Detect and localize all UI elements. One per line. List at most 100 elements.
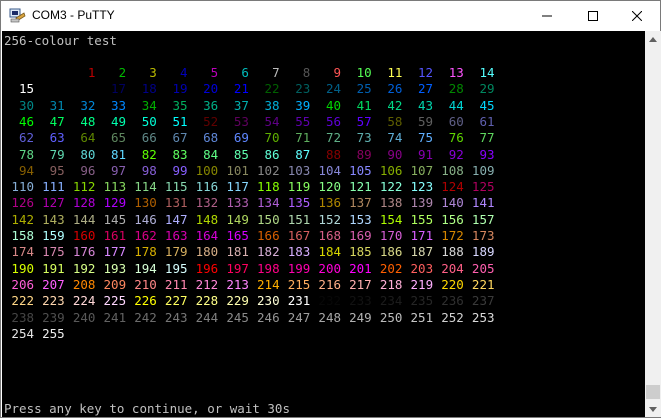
colour-index-229: 229: [226, 293, 249, 309]
colour-index-218: 218: [379, 276, 403, 292]
colour-index-187: 187: [410, 244, 434, 260]
colour-index-184: 184: [318, 244, 341, 260]
colour-index-9: 9: [333, 65, 341, 80]
putty-app-icon[interactable]: [9, 8, 27, 24]
colour-index-191: 191: [42, 260, 65, 276]
colour-index-37: 37: [233, 97, 249, 113]
colour-index-12: 12: [418, 65, 434, 80]
colour-index-170: 170: [379, 228, 403, 243]
colour-index-25: 25: [356, 81, 372, 97]
vertical-scrollbar[interactable]: [645, 31, 661, 417]
colour-index-72: 72: [325, 130, 341, 146]
colour-index-203: 203: [410, 260, 434, 276]
colour-index-250: 250: [379, 309, 403, 325]
close-button[interactable]: [614, 1, 660, 31]
colour-index-10: 10: [356, 65, 372, 80]
colour-index-35: 35: [172, 97, 188, 113]
colour-index-143: 143: [42, 211, 65, 227]
minimize-button[interactable]: [524, 1, 570, 31]
colour-index-254: 254: [11, 325, 34, 341]
colour-index-243: 243: [164, 309, 188, 325]
colour-index-196: 196: [195, 260, 219, 276]
colour-index-88: 88: [325, 146, 341, 162]
colour-index-145: 145: [103, 211, 127, 227]
colour-index-231: 231: [287, 293, 311, 309]
colour-index-144: 144: [72, 211, 96, 227]
colour-index-223: 223: [42, 293, 65, 309]
colour-index-126: 126: [11, 195, 34, 211]
colour-index-73: 73: [356, 130, 372, 146]
scroll-up-button[interactable]: [645, 31, 661, 47]
colour-index-251: 251: [410, 309, 434, 325]
colour-index-97: 97: [111, 162, 127, 178]
colour-index-32: 32: [80, 97, 96, 113]
colour-index-105: 105: [349, 162, 372, 178]
colour-index-217: 217: [349, 276, 372, 292]
colour-index-65: 65: [111, 130, 127, 146]
colour-index-155: 155: [410, 211, 434, 227]
colour-index-169: 169: [349, 228, 372, 243]
colour-index-133: 133: [226, 195, 249, 211]
colour-index-82: 82: [141, 146, 157, 162]
putty-window: COM3 - PuTTY 256-colour test 01234567891…: [0, 0, 661, 418]
colour-index-210: 210: [134, 276, 157, 292]
colour-index-124: 124: [441, 179, 464, 195]
terminal-area[interactable]: 256-colour test 0 1 2 3 4 5 6 7 8 9 10 11 12 13 14 15 16…: [2, 31, 645, 417]
colour-index-20: 20: [203, 81, 219, 97]
colour-index-2: 2: [118, 65, 127, 80]
colour-index-236: 236: [441, 293, 464, 309]
colour-index-219: 219: [410, 276, 434, 292]
colour-index-46: 46: [18, 113, 34, 129]
colour-index-78: 78: [18, 146, 34, 162]
colour-index-111: 111: [42, 179, 65, 195]
colour-index-95: 95: [49, 162, 65, 178]
colour-index-13: 13: [448, 65, 464, 80]
colour-index-4: 4: [179, 65, 188, 80]
colour-index-183: 183: [287, 244, 311, 260]
colour-index-79: 79: [49, 146, 65, 162]
colour-index-117: 117: [226, 179, 249, 195]
colour-index-249: 249: [349, 309, 372, 325]
colour-index-247: 247: [287, 309, 311, 325]
colour-index-227: 227: [164, 293, 188, 309]
colour-index-66: 66: [141, 130, 157, 146]
colour-index-171: 171: [410, 228, 434, 243]
colour-index-189: 189: [471, 244, 495, 260]
colour-index-246: 246: [257, 309, 280, 325]
colour-index-11: 11: [387, 65, 403, 80]
colour-index-199: 199: [287, 260, 311, 276]
colour-index-156: 156: [441, 211, 464, 227]
maximize-button[interactable]: [570, 1, 616, 31]
colour-index-152: 152: [318, 211, 341, 227]
colour-index-134: 134: [257, 195, 280, 211]
colour-index-101: 101: [226, 162, 249, 178]
window-title: COM3 - PuTTY: [32, 8, 115, 22]
colour-index-74: 74: [387, 130, 403, 146]
colour-index-99: 99: [172, 162, 188, 178]
colour-index-225: 225: [103, 293, 127, 309]
triangle-up-icon: [649, 36, 657, 42]
colour-index-136: 136: [318, 195, 341, 211]
colour-index-179: 179: [164, 244, 188, 260]
colour-index-161: 161: [103, 228, 127, 243]
colour-index-174: 174: [11, 244, 34, 260]
colour-index-211: 211: [164, 276, 188, 292]
colour-index-176: 176: [72, 244, 96, 260]
colour-index-215: 215: [287, 276, 311, 292]
colour-index-150: 150: [257, 211, 280, 227]
colour-index-30: 30: [18, 97, 34, 113]
colour-index-21: 21: [233, 81, 249, 97]
scroll-thumb[interactable]: [646, 385, 660, 399]
colour-index-166: 166: [257, 228, 280, 243]
colour-index-100: 100: [195, 162, 219, 178]
colour-index-75: 75: [418, 130, 434, 146]
colour-index-15: 15: [18, 81, 34, 97]
colour-index-80: 80: [80, 146, 96, 162]
colour-index-71: 71: [295, 130, 311, 146]
colour-index-140: 140: [441, 195, 464, 211]
colour-index-149: 149: [226, 211, 249, 227]
title-bar[interactable]: COM3 - PuTTY: [1, 1, 660, 31]
colour-index-3: 3: [149, 65, 157, 80]
scroll-down-button[interactable]: [645, 401, 661, 417]
colour-index-60: 60: [448, 113, 464, 129]
